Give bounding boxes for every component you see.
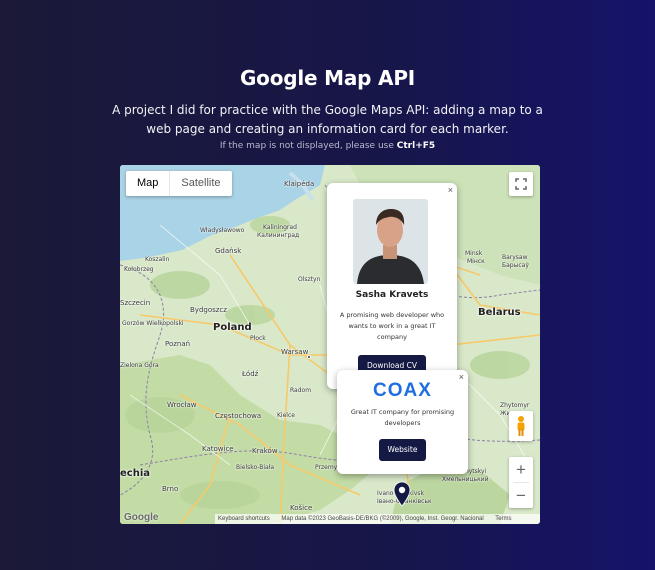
- website-button[interactable]: Website: [378, 439, 427, 461]
- map-label-khmelnytskyi-ua: Хмельницький: [442, 476, 489, 483]
- map-label-minsk-en: Minsk: [465, 250, 483, 257]
- pegman-icon: [517, 416, 525, 436]
- map-type-control: Map Satellite: [126, 171, 232, 196]
- map-label-bielsko: Bielsko-Biała: [236, 464, 275, 471]
- zoom-in-button[interactable]: +: [516, 457, 526, 482]
- company-description: Great IT company for promising developer…: [350, 408, 455, 427]
- company-button-wrap: Website: [337, 437, 468, 461]
- map-label-wroclaw: Wrocław: [167, 401, 197, 409]
- reload-hint-shortcut: Ctrl+F5: [396, 141, 436, 151]
- street-view-pegman[interactable]: [509, 411, 533, 441]
- page-title: Google Map API: [239, 66, 416, 90]
- zoom-control: + −: [509, 457, 533, 508]
- google-logo[interactable]: Google: [124, 512, 158, 523]
- page-subtitle: A project I did for practice with the Go…: [112, 103, 543, 136]
- map-label-czechia: echia: [120, 468, 151, 479]
- reload-hint: If the map is not displayed, please use …: [0, 141, 655, 151]
- profile-name: Sasha Kravets: [355, 290, 429, 300]
- map-label-barysaw-en: Barysaw: [502, 254, 528, 261]
- map-dot-warsaw: [307, 355, 311, 359]
- map-label-kaliningrad: Kaliningrad: [263, 224, 297, 231]
- map-label-zhytomyr: Zhytomyr: [500, 402, 530, 409]
- map-marker-icon[interactable]: [393, 481, 411, 508]
- map-label-katowice: Katowice: [202, 445, 234, 453]
- google-map[interactable]: Klaipėda Władysławowo Kaliningrad Калини…: [120, 165, 540, 524]
- map-label-kosice: Košice: [290, 504, 313, 512]
- map-label-radom: Radom: [290, 387, 312, 394]
- map-type-satellite-button[interactable]: Satellite: [170, 171, 231, 196]
- map-label-poland: Poland: [213, 322, 252, 333]
- profile-photo: [353, 199, 428, 284]
- profile-info-card: × Sasha Kravets A promising web develope…: [327, 183, 457, 389]
- map-label-bydgoszcz: Bydgoszcz: [190, 306, 227, 314]
- map-label-warsaw: Warsaw: [281, 348, 309, 356]
- profile-description: A promising web developer who wants to w…: [339, 311, 445, 341]
- map-label-kolobrzeg: Kołobrzeg: [124, 266, 154, 273]
- map-label-krakow: Kraków: [252, 447, 278, 455]
- company-logo: COAX: [373, 380, 432, 401]
- map-label-olsztyn: Olsztyn: [298, 276, 321, 283]
- map-type-map-button[interactable]: Map: [126, 171, 171, 196]
- map-label-minsk-by: Мінск: [467, 258, 485, 265]
- map-label-zielona: Zielona Góra: [120, 362, 159, 369]
- map-label-kaliningrad-ru: Калининград: [257, 232, 300, 239]
- map-label-kielce: Kielce: [277, 412, 295, 419]
- close-icon[interactable]: ×: [448, 185, 453, 195]
- map-label-wladyslawowo: Władysławowo: [200, 227, 245, 234]
- map-label-belarus: Belarus: [478, 307, 521, 318]
- map-label-poznan: Poznań: [165, 340, 191, 348]
- zoom-out-button[interactable]: −: [516, 483, 526, 508]
- map-label-czestochowa: Częstochowa: [215, 412, 262, 420]
- reload-hint-text: If the map is not displayed, please use: [219, 141, 394, 151]
- map-label-barysaw: Барысаў: [502, 262, 529, 269]
- keyboard-shortcuts-link[interactable]: Keyboard shortcuts: [218, 516, 270, 522]
- map-credits: Keyboard shortcuts Map data ©2023 GeoBas…: [215, 514, 540, 524]
- terms-link[interactable]: Terms: [495, 516, 511, 522]
- map-label-plock: Płock: [250, 335, 266, 342]
- map-label-gorzow: Gorzów Wielkopolski: [122, 320, 184, 327]
- map-label-klaipeda: Klaipėda: [284, 180, 315, 188]
- map-label-brno: Brno: [162, 485, 179, 493]
- map-label-koszalin: Koszalin: [145, 256, 170, 263]
- map-data-attribution: Map data ©2023 GeoBasis-DE/BKG (©2009), …: [281, 516, 484, 522]
- map-label-gdansk: Gdańsk: [215, 247, 242, 255]
- company-info-card: × COAX Great IT company for promising de…: [337, 370, 468, 474]
- map-label-szczecin: Szczecin: [120, 299, 151, 307]
- map-label-lodz: Łódź: [242, 370, 259, 378]
- fullscreen-icon: [515, 178, 527, 190]
- fullscreen-button[interactable]: [509, 172, 533, 196]
